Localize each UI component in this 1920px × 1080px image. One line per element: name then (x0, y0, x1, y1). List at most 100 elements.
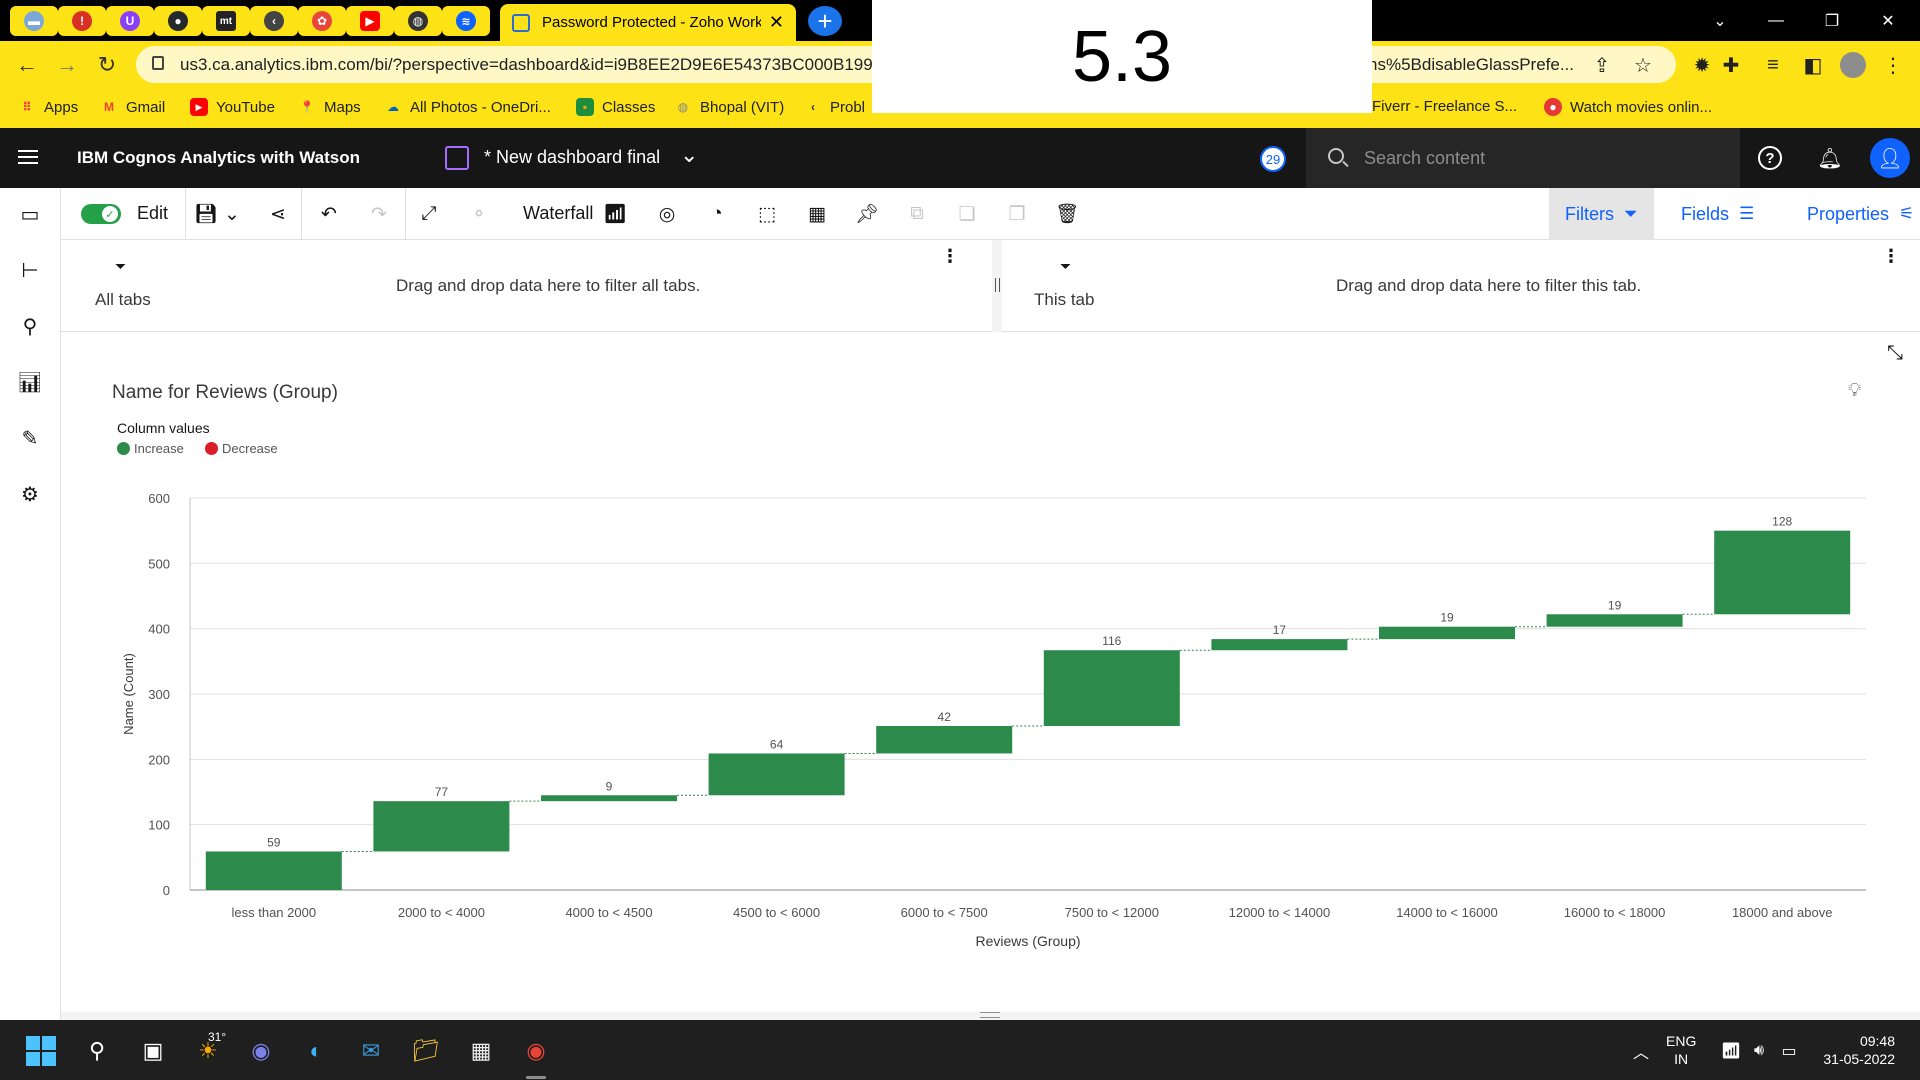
comment-icon[interactable]: ▭ (16, 200, 44, 228)
language-indicator[interactable]: ENG IN (1666, 1032, 1696, 1068)
bookmark-problems[interactable]: ‹ Probl (804, 98, 865, 116)
search-icon[interactable]: ⚲ (80, 1034, 114, 1068)
media-icon[interactable]: ≡ (1760, 52, 1786, 78)
bookmark-youtube[interactable]: ▶ YouTube (190, 98, 275, 116)
file-explorer-icon[interactable]: 📁︎ (409, 1034, 443, 1068)
mail-icon[interactable]: ✉ (354, 1034, 388, 1068)
close-window-button[interactable]: ✕ (1860, 0, 1916, 41)
bookmark-gmail[interactable]: M Gmail (100, 98, 165, 116)
bring-forward-icon[interactable]: ❏ (953, 200, 981, 228)
bookmark-apps[interactable]: ⠿ Apps (18, 98, 78, 116)
assistant-icon[interactable]: ⚙ (16, 480, 44, 508)
tab-github[interactable]: ● (154, 6, 202, 36)
send-backward-icon[interactable]: ❐ (1003, 200, 1031, 228)
share-icon[interactable]: ⋖ (264, 200, 292, 228)
this-tab-filter-drop-zone[interactable]: ⏷ This tab Drag and drop data here to fi… (1002, 240, 1920, 332)
fields-panel-button[interactable]: Fields ☰ (1665, 188, 1770, 240)
bell-icon[interactable]: 🔔︎ (1814, 142, 1846, 174)
sidepanel-icon[interactable]: ◧ (1800, 52, 1826, 78)
edit-toggle[interactable] (81, 204, 121, 224)
extensions-icon[interactable]: ✚ (1718, 52, 1744, 78)
dashboard-name[interactable]: * New dashboard final (484, 147, 660, 168)
chevron-down-icon[interactable]: ⌄ (218, 200, 246, 228)
search-input[interactable]: Search content (1306, 128, 1740, 188)
field-target-icon[interactable]: ◎ (653, 200, 681, 228)
data-tree-icon[interactable]: ⊢ (16, 256, 44, 284)
all-tabs-filter-drop-zone[interactable]: ⏷ All tabs Drag and drop data here to fi… (61, 240, 992, 332)
insights-icon[interactable]: ◔ (703, 200, 731, 228)
waterfall-chart-icon[interactable]: 📶︎ (601, 200, 629, 228)
tab-shield[interactable]: U (106, 6, 154, 36)
tab-active[interactable]: Password Protected - Zoho Work ✕ (500, 4, 796, 41)
clock[interactable]: 09:48 31-05-2022 (1815, 1032, 1895, 1068)
chevron-up-icon[interactable]: ︿ (1624, 1034, 1658, 1068)
tab-mt[interactable]: mt (202, 6, 250, 36)
tab-youtube[interactable]: ▶ (346, 6, 394, 36)
pin-icon[interactable]: ⚲ (16, 312, 44, 340)
bookmark-maps[interactable]: 📍 Maps (298, 98, 361, 116)
overflow-menu-icon[interactable]: ⋮ (941, 246, 959, 267)
menu-icon[interactable]: ⋮ (1880, 52, 1906, 78)
back-button[interactable]: ← (12, 50, 42, 80)
reload-button[interactable]: ↻ (92, 50, 122, 80)
hamburger-menu-icon[interactable] (18, 150, 38, 164)
delete-icon[interactable]: 🗑︎ (1053, 200, 1081, 228)
bookmark-fiverr[interactable]: Fiverr - Freelance S... (1372, 98, 1517, 115)
chevron-down-icon[interactable]: ⌄ (1692, 0, 1748, 41)
star-icon[interactable]: ☆ (1630, 52, 1656, 78)
select-area-icon[interactable]: ⬚ (753, 200, 781, 228)
share-icon[interactable]: ⇪ (1589, 52, 1615, 78)
minimize-button[interactable]: — (1748, 0, 1804, 41)
legend-item-increase[interactable]: Increase (117, 441, 184, 456)
bookmark-movies[interactable]: ● Watch movies onlin... (1544, 98, 1712, 116)
start-button[interactable] (26, 1036, 56, 1066)
tab-globe[interactable]: ◍ (394, 6, 442, 36)
user-avatar[interactable]: 👤︎ (1870, 138, 1910, 178)
restore-button[interactable]: ❐ (1804, 0, 1860, 41)
legend-item-decrease[interactable]: Decrease (205, 441, 278, 456)
connect-icon[interactable]: ⚬ (465, 200, 493, 228)
store-icon[interactable]: ▦ (464, 1034, 498, 1068)
redo-icon[interactable]: ↷ (365, 200, 393, 228)
tab-arrow[interactable]: ‹ (250, 6, 298, 36)
visualization-type-label[interactable]: Waterfall (523, 203, 593, 224)
pin-icon[interactable]: 📌︎ (853, 200, 881, 228)
save-icon[interactable]: 💾︎ (192, 200, 220, 228)
task-view-icon[interactable]: ▣ (136, 1034, 170, 1068)
filter-resize-handle[interactable] (992, 240, 1002, 332)
tab-alert[interactable]: ! (58, 6, 106, 36)
bookmark-onedrive[interactable]: ☁ All Photos - OneDri... (384, 98, 551, 116)
bookmark-classes[interactable]: ▪ Classes (576, 98, 655, 116)
bookmark-bhopal[interactable]: ◍ Bhopal (VIT) (674, 98, 784, 116)
overflow-menu-icon[interactable]: ⋮ (1882, 246, 1900, 267)
close-tab-icon[interactable]: ✕ (769, 12, 784, 33)
bug-extension-icon[interactable]: ✹ (1689, 52, 1715, 78)
legend-title: Column values (117, 420, 210, 436)
collapse-icon[interactable]: ⤡ (1887, 342, 1903, 365)
expand-icon[interactable]: ⤢ (415, 200, 443, 228)
profile-avatar[interactable] (1840, 52, 1866, 78)
notification-count-badge[interactable]: 29 (1260, 146, 1286, 172)
resize-grip[interactable] (980, 1012, 1000, 1018)
tab-cognos[interactable]: ≋ (442, 6, 490, 36)
copy-icon[interactable]: ⧉ (903, 200, 931, 228)
help-icon[interactable]: ? (1758, 146, 1782, 170)
tab-mail[interactable]: ▬ (10, 6, 58, 36)
volume-icon[interactable]: 🔊︎ (1742, 1034, 1776, 1068)
chrome-icon[interactable]: ◉ (519, 1034, 553, 1068)
properties-panel-button[interactable]: Properties ⚟ (1791, 188, 1920, 240)
table-icon[interactable]: ▦ (803, 200, 831, 228)
tab-puzzle[interactable]: ✿ (298, 6, 346, 36)
chevron-down-icon[interactable]: ⌄ (680, 142, 698, 168)
toolbar-divider (301, 188, 302, 240)
teams-icon[interactable]: ◉ (244, 1034, 278, 1068)
visualization-icon[interactable]: 📊︎ (16, 368, 44, 396)
tools-icon[interactable]: ✎ (16, 424, 44, 452)
lightbulb-icon[interactable]: 💡︎ (1848, 380, 1861, 402)
filters-panel-button[interactable]: Filters ⏷ (1549, 188, 1654, 240)
new-tab-button[interactable]: + (808, 6, 842, 36)
forward-button[interactable]: → (52, 50, 82, 80)
undo-icon[interactable]: ↶ (315, 200, 343, 228)
battery-icon[interactable]: ▭ (1772, 1034, 1806, 1068)
edge-icon[interactable]: ◐ (299, 1034, 333, 1068)
